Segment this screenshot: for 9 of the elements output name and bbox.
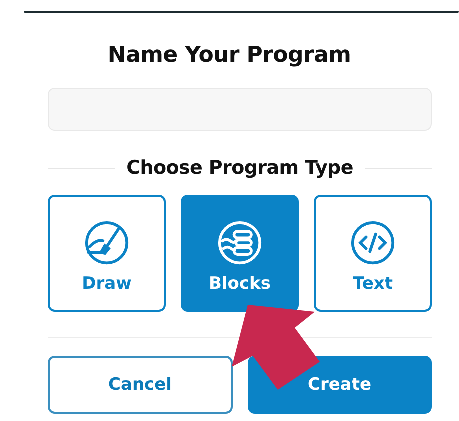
section-heading: Choose Program Type <box>126 157 354 179</box>
dialog-title: Name Your Program <box>106 43 352 68</box>
program-type-tile[interactable]: Text <box>314 195 432 312</box>
paintbrush-icon <box>84 220 130 266</box>
program-type-tile[interactable]: Blocks <box>181 195 299 312</box>
program-type-tile[interactable]: Draw <box>48 195 166 312</box>
blocks-icon <box>217 220 263 266</box>
code-icon <box>350 220 396 266</box>
cancel-button[interactable]: Cancel <box>48 356 232 414</box>
